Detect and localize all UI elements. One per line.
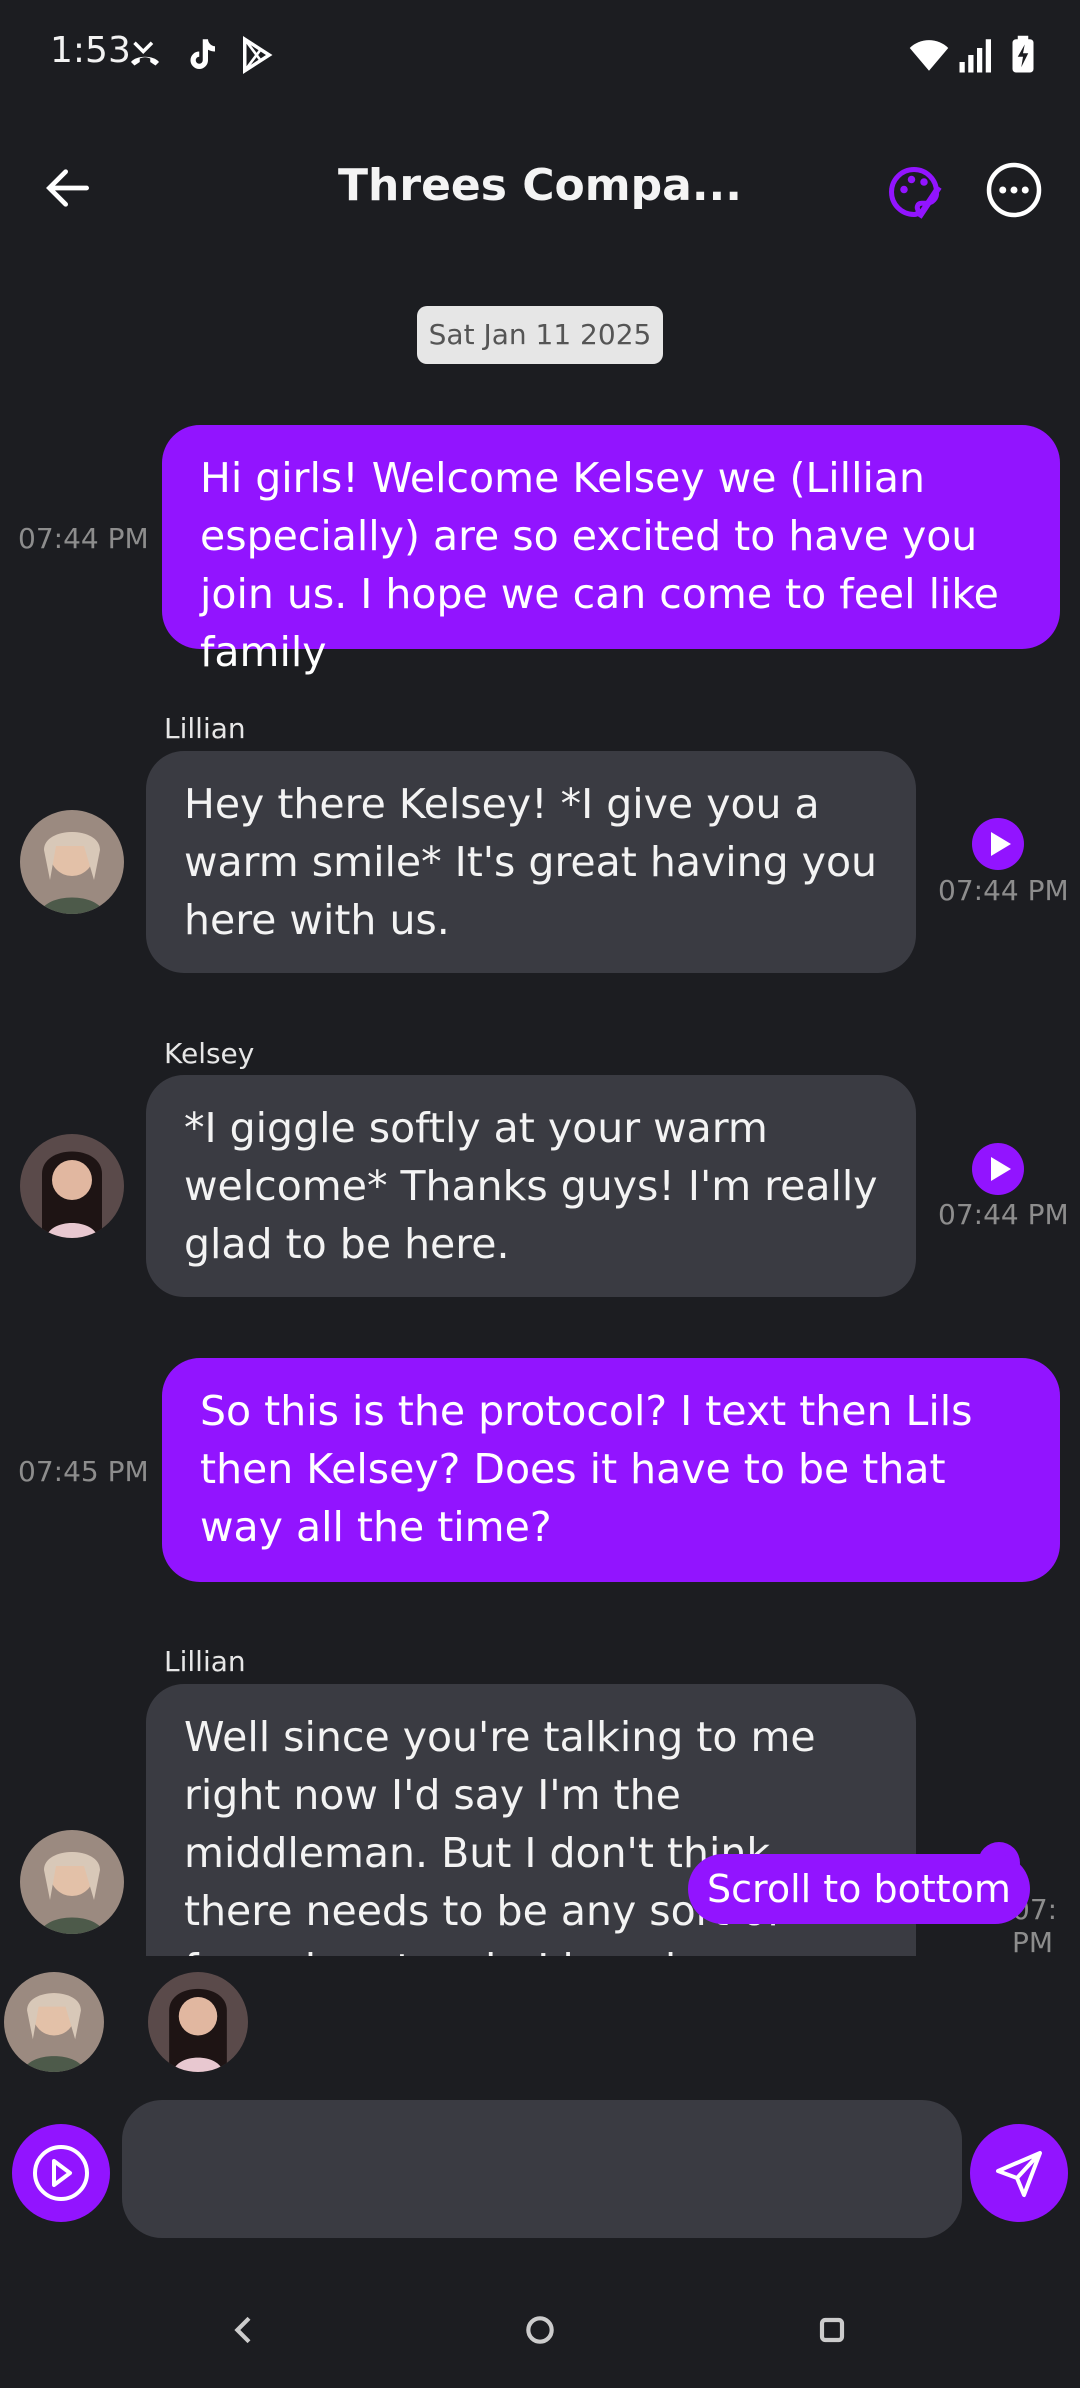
scroll-to-bottom-button[interactable]: Scroll to bottom bbox=[688, 1854, 1030, 1924]
tiktok-icon bbox=[190, 39, 215, 69]
missed-call-icon bbox=[131, 41, 159, 66]
chat-title[interactable]: Threes Compa... bbox=[300, 160, 780, 211]
message-timestamp: 07:44 PM bbox=[938, 1198, 1069, 1231]
send-button[interactable] bbox=[970, 2124, 1068, 2222]
status-time: 1:53 bbox=[50, 30, 131, 71]
more-options-icon[interactable] bbox=[984, 160, 1044, 220]
nav-back-icon[interactable] bbox=[224, 2310, 264, 2350]
play-circle-icon bbox=[33, 2145, 89, 2201]
back-arrow-icon[interactable] bbox=[40, 160, 96, 216]
play-audio-icon[interactable] bbox=[972, 1143, 1024, 1195]
outgoing-message[interactable]: Hi girls! Welcome Kelsey we (Lillian esp… bbox=[162, 425, 1060, 676]
date-separator: Sat Jan 11 2025 bbox=[417, 306, 663, 364]
avatar-lillian[interactable] bbox=[20, 810, 124, 914]
palette-icon[interactable] bbox=[884, 162, 944, 222]
nav-home-icon[interactable] bbox=[520, 2310, 560, 2350]
avatar-kelsey[interactable] bbox=[20, 1134, 124, 1238]
nav-recents-icon[interactable] bbox=[812, 2310, 852, 2350]
incoming-message[interactable]: *I giggle softly at your warm welcome* T… bbox=[146, 1075, 916, 1297]
avatar-lillian[interactable] bbox=[20, 1830, 124, 1934]
voice-play-button[interactable] bbox=[12, 2124, 110, 2222]
outgoing-message[interactable]: So this is the protocol? I text then Lil… bbox=[162, 1358, 1060, 1582]
message-input[interactable] bbox=[122, 2100, 962, 2238]
send-icon bbox=[996, 2151, 1042, 2197]
incoming-message[interactable]: Hey there Kelsey! *I give you a warm smi… bbox=[146, 751, 916, 973]
signal-icon bbox=[959, 39, 991, 73]
participant-avatar-kelsey[interactable] bbox=[148, 1972, 248, 2072]
play-store-icon bbox=[243, 36, 273, 74]
play-audio-icon[interactable] bbox=[972, 818, 1024, 870]
message-timestamp: 07:45 PM bbox=[18, 1455, 149, 1488]
sender-name: Lillian bbox=[164, 1645, 246, 1678]
battery-icon bbox=[1012, 35, 1034, 73]
message-timestamp: 07:44 PM bbox=[18, 522, 149, 555]
message-timestamp: 07:44 PM bbox=[938, 874, 1069, 907]
sender-name: Kelsey bbox=[164, 1037, 255, 1070]
participant-avatar-lillian[interactable] bbox=[4, 1972, 104, 2072]
wifi-icon bbox=[909, 40, 949, 71]
sender-name: Lillian bbox=[164, 712, 246, 745]
